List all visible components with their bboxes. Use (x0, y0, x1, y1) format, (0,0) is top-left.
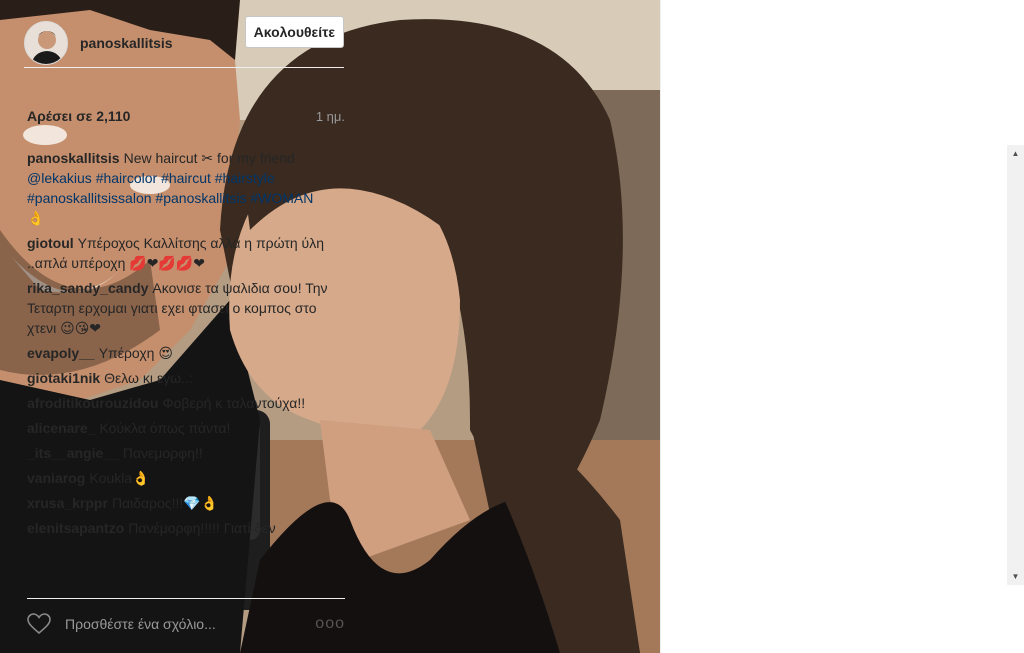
comment-text: Πανεμορφη!! (122, 445, 203, 461)
comment-tag-link[interactable]: @lekakius (27, 170, 92, 186)
comment-text: Θελω κι εγω..: (104, 370, 193, 386)
follow-button[interactable]: Ακολουθείτε (244, 15, 344, 48)
comment-text: Φοβερή κ ταλαντούχα!! (162, 395, 306, 411)
comment-item: alicenare_ Κούκλα όπως πάντα! (27, 418, 332, 438)
comment-text: New haircut ✂ for my friend (123, 150, 295, 166)
comment-tag-link[interactable]: #hairstyle (215, 170, 275, 186)
comment-item: elenitsapantzo Πανέμορφη!!!!! Γιατί δεν (27, 518, 332, 538)
comment-text: Koukla👌 (89, 470, 150, 486)
post-timestamp[interactable]: 1 ημ. (316, 109, 345, 124)
comment-username[interactable]: giotoul (27, 235, 74, 251)
comments-list[interactable]: panoskallitsis New haircut ✂ for my frien… (27, 148, 332, 588)
scroll-down-arrow-icon[interactable]: ▼ (1007, 568, 1024, 585)
comment-username[interactable]: xrusa_krppr (27, 495, 108, 511)
comment-tag-link[interactable]: #panoskallitsis (155, 190, 246, 206)
comment-username[interactable]: rika_sandy_candy (27, 280, 148, 296)
avatar-image (25, 21, 67, 64)
comment-username[interactable]: giotaki1nik (27, 370, 100, 386)
comment-username[interactable]: evapoly__ (27, 345, 95, 361)
comment-text: Κούκλα όπως πάντα! (99, 420, 231, 436)
comment-username[interactable]: elenitsapantzo (27, 520, 124, 536)
comment-item: panoskallitsis New haircut ✂ for my frien… (27, 148, 332, 228)
comment-username[interactable]: afroditikourouzidou (27, 395, 158, 411)
comment-text: Υπέροχη 😍 (98, 345, 173, 361)
comment-username[interactable]: _its__angie__ (27, 445, 119, 461)
comment-bar: ooo (27, 598, 345, 648)
likes-count[interactable]: Αρέσει σε 2,110 (27, 108, 130, 124)
comment-tag-link[interactable]: #haircut (161, 170, 211, 186)
comment-item: rika_sandy_candy Ακονισε τα ψαλιδια σου! … (27, 278, 332, 338)
heart-icon[interactable] (27, 612, 53, 636)
comment-item: _its__angie__ Πανεμορφη!! (27, 443, 332, 463)
comment-text: Πανέμορφη!!!!! Γιατί δεν (128, 520, 276, 536)
comment-item: evapoly__ Υπέροχη 😍 (27, 343, 332, 363)
comment-tag-link[interactable]: #panoskallitsissalon (27, 190, 152, 206)
comment-item: xrusa_krppr Παιδαρος!!!💎👌 (27, 493, 332, 513)
comment-username[interactable]: panoskallitsis (27, 150, 120, 166)
comments-scrollbar[interactable]: ▲ ▼ (1007, 145, 1024, 585)
comment-username[interactable]: alicenare_ (27, 420, 96, 436)
post-author-username[interactable]: panoskallitsis (80, 35, 245, 51)
comment-text: Παιδαρος!!!💎👌 (111, 495, 219, 511)
comment-tag-link[interactable]: #WOMAN (250, 190, 313, 206)
comment-input[interactable] (65, 615, 316, 632)
post-header: panoskallitsis Ακολουθείτε (24, 15, 344, 68)
comment-tag-link[interactable]: #haircolor (96, 170, 157, 186)
scroll-up-arrow-icon[interactable]: ▲ (1007, 145, 1024, 162)
post-side-panel (660, 0, 1024, 653)
comment-item: afroditikourouzidou Φοβερή κ ταλαντούχα!! (27, 393, 332, 413)
avatar[interactable] (24, 20, 68, 65)
comment-username[interactable]: vaniarog (27, 470, 85, 486)
comment-item: giotoul Υπέροχος Καλλίτσης αλλά η πρώτη ύ… (27, 233, 332, 273)
comment-item: giotaki1nik Θελω κι εγω..: (27, 368, 332, 388)
more-options-icon[interactable]: ooo (315, 615, 345, 633)
comment-text: 👌 (27, 210, 45, 226)
comment-item: vaniarog Koukla👌 (27, 468, 332, 488)
likes-row: Αρέσει σε 2,110 1 ημ. (27, 106, 345, 126)
